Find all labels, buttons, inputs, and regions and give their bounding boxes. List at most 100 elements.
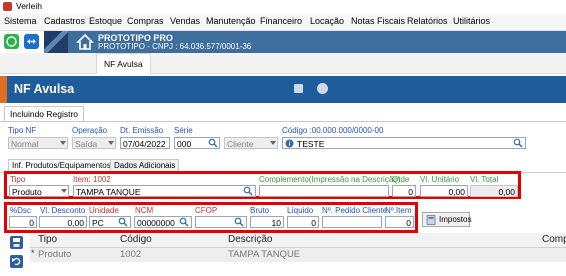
- unidade-input[interactable]: PC: [89, 216, 131, 228]
- ncm-input[interactable]: 00000000: [134, 216, 192, 228]
- tab-nf-avulsa[interactable]: NF Avulsa: [96, 53, 151, 74]
- calculator-icon: [426, 215, 436, 225]
- grid-sidebar: [0, 233, 30, 276]
- col-codigo[interactable]: Código: [120, 234, 152, 245]
- cell-descricao: TAMPA TANQUE: [228, 249, 301, 260]
- tab-incluindo-registro[interactable]: Incluindo Registro: [4, 106, 85, 122]
- whatsapp-icon[interactable]: [4, 34, 19, 49]
- window-title: Verleih: [16, 1, 42, 11]
- form-header: NF Avulsa: [0, 76, 566, 103]
- col-comp[interactable]: Comp: [542, 234, 566, 245]
- search-icon[interactable]: [179, 217, 189, 227]
- destinatario-tipo-select[interactable]: Cliente: [224, 137, 278, 149]
- impostos-button-label: Impostos: [439, 215, 472, 224]
- ncm-value: 00000000: [137, 218, 175, 228]
- menu-utilitarios[interactable]: Utilitários: [453, 16, 490, 26]
- menu-compras[interactable]: Compras: [127, 16, 164, 26]
- qtde-label: Qtde: [392, 175, 410, 184]
- item-input[interactable]: TAMPA TANQUE: [73, 185, 256, 197]
- title-bar: Verleih: [0, 0, 566, 13]
- impostos-button[interactable]: Impostos: [422, 212, 472, 227]
- pedido-cliente-input[interactable]: [322, 216, 382, 228]
- menu-locacao[interactable]: Locação: [310, 16, 344, 26]
- n-item-input[interactable]: 0: [385, 216, 414, 228]
- liquido-input[interactable]: 0: [287, 216, 319, 228]
- item-value: TAMPA TANQUE: [76, 187, 141, 197]
- menu-relatorios[interactable]: Relatórios: [407, 16, 448, 26]
- item-label: Item: 1002: [73, 175, 111, 184]
- codigo-label: Código :00.000.000/0000-00: [282, 126, 384, 135]
- tipo-nf-select[interactable]: Normal: [8, 137, 68, 149]
- n-item-label: Nº.Item: [385, 206, 412, 215]
- search-icon[interactable]: [118, 217, 128, 227]
- unidade-value: PC: [92, 218, 104, 228]
- info-icon: [285, 139, 294, 148]
- cfop-input[interactable]: [195, 216, 247, 228]
- chevron-down-icon: [108, 141, 114, 145]
- destinatario-tipo-value: Cliente: [227, 139, 254, 149]
- menu-financeiro[interactable]: Financeiro: [260, 16, 302, 26]
- serie-input[interactable]: 000: [174, 137, 220, 149]
- toolbar-stripe: [44, 31, 68, 53]
- vl-unitario-input[interactable]: 0,00: [420, 185, 468, 197]
- tipo-select[interactable]: Produto: [9, 185, 69, 197]
- chevron-down-icon: [60, 141, 66, 145]
- save-icon[interactable]: [10, 236, 23, 249]
- divider: [0, 121, 566, 122]
- menu-notas-fiscais[interactable]: Notas Fiscais: [351, 16, 405, 26]
- liquido-label: Líquido: [287, 206, 314, 215]
- search-icon[interactable]: [208, 138, 218, 148]
- cfop-label: CFOP: [195, 206, 218, 215]
- undo-icon[interactable]: [10, 255, 23, 268]
- qtde-input[interactable]: 0: [392, 185, 416, 197]
- row-marker: *: [31, 248, 35, 258]
- complemento-label: Complemento(Impressão na Descrição): [259, 175, 401, 184]
- table-row[interactable]: * Produto 1002 TAMPA TANQUE: [30, 248, 566, 262]
- app-icon: [3, 2, 12, 11]
- menu-cadastros[interactable]: Cadastros: [44, 16, 85, 26]
- minimize-button[interactable]: [294, 84, 303, 93]
- company-cnpj: PROTOTIPO - CNPJ : 64.036.577/0001-36: [98, 42, 252, 51]
- codigo-input[interactable]: TESTE: [282, 137, 526, 149]
- close-button[interactable]: [317, 83, 328, 94]
- vl-desconto-input[interactable]: 0,00: [39, 216, 87, 228]
- serie-value: 000: [177, 139, 192, 149]
- menu-sistema[interactable]: Sistema: [4, 16, 37, 26]
- cell-tipo: Produto: [38, 249, 72, 260]
- col-descricao[interactable]: Descrição: [228, 234, 272, 245]
- cell-codigo: 1002: [120, 249, 142, 260]
- vl-unitario-label: Vl. Unitário: [420, 175, 460, 184]
- search-icon[interactable]: [243, 186, 253, 196]
- dt-emissao-input[interactable]: 07/04/2022: [120, 137, 170, 149]
- pct-dsc-input[interactable]: 0: [9, 216, 37, 228]
- home-icon: [76, 33, 94, 51]
- company-bar: PROTOTIPO PRO PROTOTIPO - CNPJ : 64.036.…: [68, 31, 566, 53]
- ncm-label: NCM: [135, 206, 154, 215]
- bruto-input[interactable]: 10: [250, 216, 284, 228]
- bruto-label: Bruto: [250, 206, 270, 215]
- dt-emissao-label: Dt. Emissão: [120, 126, 164, 135]
- tipo-nf-label: Tipo NF: [8, 126, 37, 135]
- tipo-label: Tipo: [10, 175, 26, 184]
- complemento-input[interactable]: [259, 185, 389, 197]
- vl-desconto-label: Vl. Desconto: [40, 206, 86, 215]
- operacao-label: Operação: [72, 126, 108, 135]
- form-title: NF Avulsa: [14, 82, 75, 96]
- search-icon[interactable]: [513, 138, 523, 148]
- header-accent: [0, 76, 7, 103]
- vl-total-label: Vl. Total: [470, 175, 499, 184]
- col-tipo[interactable]: Tipo: [38, 234, 57, 245]
- search-icon[interactable]: [234, 217, 244, 227]
- codigo-value: TESTE: [297, 139, 325, 149]
- menu-estoque[interactable]: Estoque: [89, 16, 122, 26]
- menu-manutencao[interactable]: Manutenção: [206, 16, 256, 26]
- menu-vendas[interactable]: Vendas: [170, 16, 200, 26]
- chevron-down-icon: [270, 141, 276, 145]
- grid-header: Tipo Código Descrição Comp: [30, 233, 566, 248]
- operacao-select[interactable]: Saída: [72, 137, 116, 149]
- tipo-value: Produto: [12, 187, 42, 197]
- vl-total-input: 0,00: [470, 185, 518, 197]
- operacao-value: Saída: [75, 139, 98, 149]
- teamviewer-icon[interactable]: [24, 34, 39, 49]
- unidade-label: Unidade: [89, 206, 119, 215]
